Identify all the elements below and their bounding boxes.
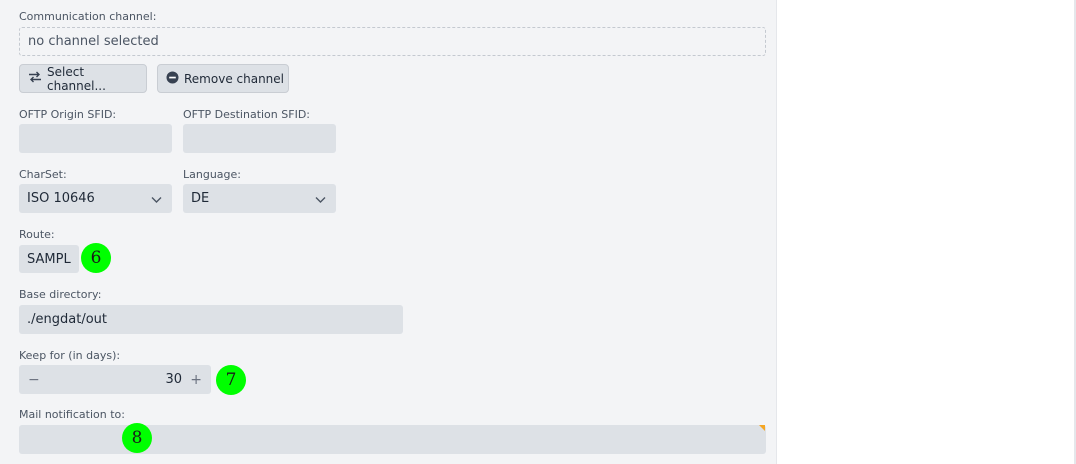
- plus-icon[interactable]: +: [190, 372, 202, 388]
- swap-icon: [28, 71, 42, 86]
- channel-label: Communication channel:: [19, 10, 157, 23]
- language-label: Language:: [183, 168, 241, 181]
- base-directory-input[interactable]: ./engdat/out: [19, 305, 403, 334]
- minus-icon[interactable]: −: [28, 372, 40, 388]
- route-input[interactable]: SAMPL: [19, 245, 79, 273]
- select-channel-button[interactable]: Select channel...: [19, 64, 147, 93]
- keep-for-label: Keep for (in days):: [19, 349, 121, 362]
- oftp-origin-input[interactable]: [19, 124, 172, 153]
- remove-channel-button[interactable]: Remove channel: [157, 64, 289, 93]
- charset-select[interactable]: ISO 10646: [19, 184, 172, 213]
- language-value: DE: [191, 191, 210, 206]
- remove-circle-icon: [166, 71, 179, 87]
- select-channel-label: Select channel...: [47, 64, 106, 93]
- mail-notification-label: Mail notification to:: [19, 408, 125, 421]
- marker-badge: 7: [216, 365, 246, 395]
- base-directory-label: Base directory:: [19, 288, 102, 301]
- marker-badge: 8: [122, 423, 152, 453]
- resize-corner-indicator: [759, 425, 765, 431]
- chevron-down-icon: [151, 193, 162, 208]
- oftp-destination-label: OFTP Destination SFID:: [183, 108, 310, 121]
- route-label: Route:: [19, 228, 55, 241]
- charset-label: CharSet:: [19, 168, 67, 181]
- remove-channel-label: Remove channel: [184, 71, 284, 86]
- chevron-down-icon: [315, 193, 326, 208]
- keep-for-stepper[interactable]: − 30 +: [19, 365, 211, 394]
- oftp-origin-label: OFTP Origin SFID:: [19, 108, 117, 121]
- charset-value: ISO 10646: [27, 191, 95, 206]
- settings-panel: Communication channel: no channel select…: [0, 0, 777, 464]
- keep-for-value: 30: [165, 372, 182, 387]
- oftp-destination-input[interactable]: [183, 124, 336, 153]
- channel-field[interactable]: no channel selected: [19, 27, 766, 56]
- language-select[interactable]: DE: [183, 184, 336, 213]
- marker-badge: 6: [81, 243, 111, 273]
